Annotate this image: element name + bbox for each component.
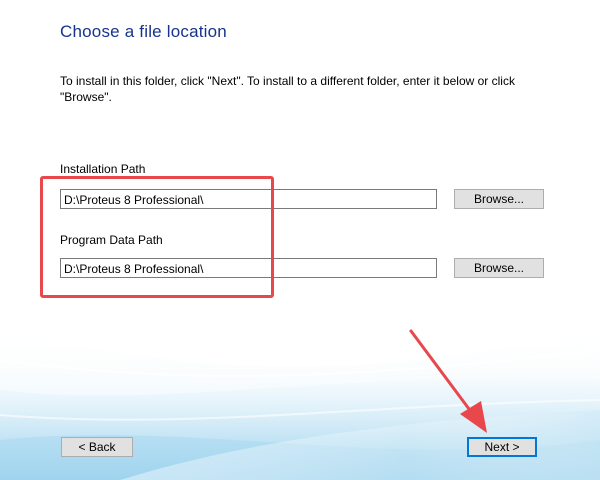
browse-installation-button[interactable]: Browse... bbox=[454, 189, 544, 209]
program-data-path-input[interactable] bbox=[60, 258, 437, 278]
dialog-title: Choose a file location bbox=[60, 22, 227, 41]
next-button[interactable]: Next > bbox=[467, 437, 537, 457]
back-button[interactable]: < Back bbox=[61, 437, 133, 457]
installation-path-input[interactable] bbox=[60, 189, 437, 209]
program-data-path-label: Program Data Path bbox=[60, 233, 163, 247]
browse-program-data-button[interactable]: Browse... bbox=[454, 258, 544, 278]
installer-dialog: Choose a file location To install in thi… bbox=[0, 0, 600, 480]
installation-path-label: Installation Path bbox=[60, 162, 146, 176]
instructions-text: To install in this folder, click "Next".… bbox=[60, 74, 515, 104]
